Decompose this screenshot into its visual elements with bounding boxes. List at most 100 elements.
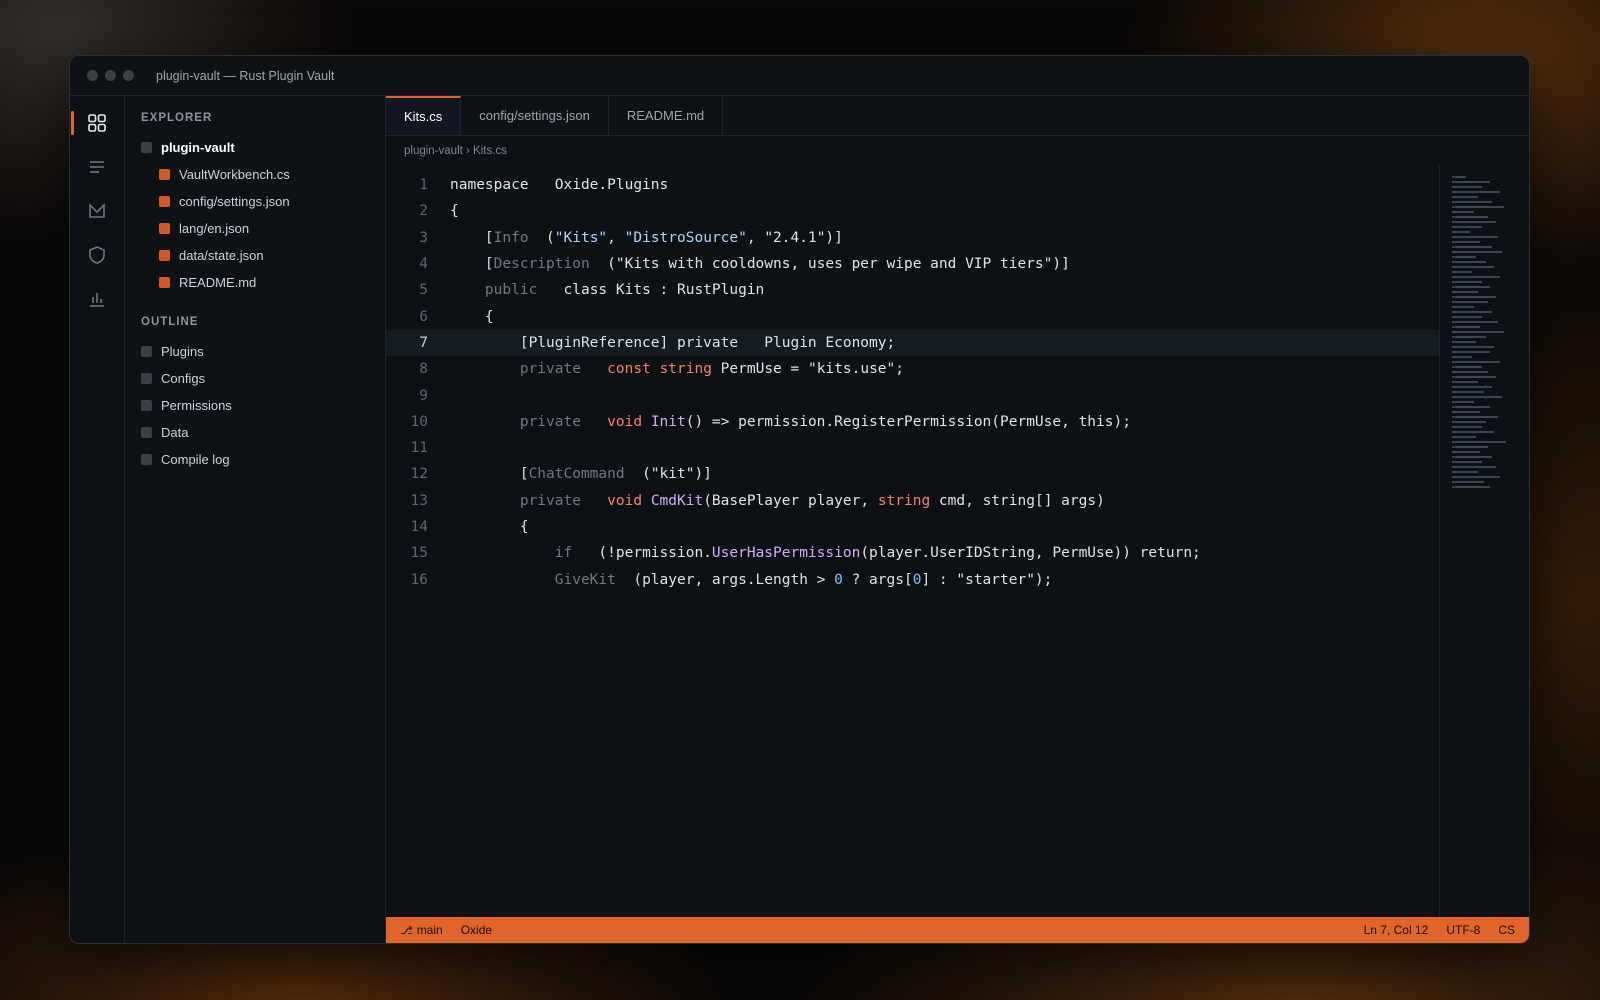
code-line[interactable]: 3 [Info ("Kits", "DistroSource", "2.4.1"… xyxy=(386,225,1439,251)
branch-icon: ⎇ xyxy=(400,925,413,937)
code-line[interactable]: 9 xyxy=(386,382,1439,408)
code-token: GiveKit xyxy=(554,571,616,588)
minimap[interactable] xyxy=(1439,166,1529,917)
minimap-line xyxy=(1452,286,1490,288)
code-editor[interactable]: 1 namespace Oxide.Plugins 2{3 [Info ("Kits… xyxy=(386,166,1439,917)
code-line[interactable]: 7 [PluginReference] private Plugin Econo… xyxy=(386,329,1439,357)
code-line[interactable]: 10 private void Init() => permission.Reg… xyxy=(386,409,1439,435)
file-item[interactable]: README.md xyxy=(141,269,385,296)
tree-root-label: plugin-vault xyxy=(161,140,235,155)
minimap-line xyxy=(1452,346,1494,348)
branch-indicator[interactable]: ⎇ main xyxy=(400,923,443,937)
minimap-line xyxy=(1452,326,1480,328)
code-token: void xyxy=(607,492,643,509)
code-line[interactable]: 4 [Description ("Kits with cooldowns, us… xyxy=(386,251,1439,277)
code-line[interactable]: 1 namespace Oxide.Plugins xyxy=(386,172,1439,198)
runtime-label[interactable]: Oxide xyxy=(461,923,492,937)
minimap-line xyxy=(1452,211,1474,213)
outline-label: Configs xyxy=(161,371,206,386)
code-token: () => permission.RegisterPermission(Perm… xyxy=(685,413,1131,430)
outline-item[interactable]: Data xyxy=(141,419,385,446)
minimap-line xyxy=(1452,451,1480,453)
code-line[interactable]: 6 { xyxy=(386,303,1439,329)
code-line[interactable]: 11 xyxy=(386,435,1439,461)
minimap-line xyxy=(1452,321,1498,323)
code-token: { xyxy=(450,308,494,325)
file-label: VaultWorkbench.cs xyxy=(179,167,290,182)
minimap-line xyxy=(1452,256,1476,258)
line-number: 7 xyxy=(419,334,428,351)
line-number: 1 xyxy=(419,177,428,194)
file-item[interactable]: config/settings.json xyxy=(141,188,385,215)
line-number: 6 xyxy=(419,308,428,325)
outline-item[interactable]: Plugins xyxy=(141,338,385,365)
chart-icon[interactable] xyxy=(84,286,110,312)
maximize-window-button[interactable] xyxy=(123,70,134,81)
outline-item[interactable]: Permissions xyxy=(141,392,385,419)
code-line[interactable]: 15 if (!permission. UserHasPermission (pla… xyxy=(386,540,1439,566)
encoding-label[interactable]: UTF-8 xyxy=(1446,923,1480,937)
code-line[interactable]: 2{ xyxy=(386,198,1439,224)
code-token: ("Kits with cooldowns, uses per wipe and… xyxy=(589,256,1070,273)
minimap-line xyxy=(1452,486,1490,488)
file-item[interactable]: lang/en.json xyxy=(141,215,385,242)
minimap-line xyxy=(1452,266,1494,268)
window-controls xyxy=(87,70,134,81)
code-token: [ xyxy=(450,466,529,483)
file-item[interactable]: VaultWorkbench.cs xyxy=(141,161,385,188)
sidebar: EXPLORER plugin-vault VaultWorkbench.cs … xyxy=(125,96,386,943)
breadcrumb[interactable]: plugin-vault › Kits.cs xyxy=(386,136,1529,166)
file-label: README.md xyxy=(179,275,257,290)
file-label: config/settings.json xyxy=(179,194,290,209)
code-token: private xyxy=(519,492,581,509)
code-line[interactable]: 8 private const string PermUse = "kits.u… xyxy=(386,356,1439,382)
grid-icon[interactable] xyxy=(71,110,110,136)
minimap-line xyxy=(1452,481,1484,483)
tree-root-folder[interactable]: plugin-vault xyxy=(141,134,385,161)
code-line[interactable]: 12 [ChatCommand ("kit")] xyxy=(386,461,1439,487)
cursor-position[interactable]: Ln 7, Col 12 xyxy=(1364,923,1429,937)
shield-icon[interactable] xyxy=(84,242,110,268)
code-line[interactable]: 5 public class Kits : RustPlugin xyxy=(386,277,1439,303)
tab-settings-json[interactable]: config/settings.json xyxy=(461,96,609,135)
outline-item[interactable]: Compile log xyxy=(141,446,385,473)
minimap-line xyxy=(1452,391,1484,393)
code-token: (BasePlayer player, xyxy=(703,492,878,509)
code-line[interactable]: 16 GiveKit (player, args.Length > 0 ? ar… xyxy=(386,566,1439,592)
close-window-button[interactable] xyxy=(87,70,98,81)
language-label[interactable]: CS xyxy=(1498,923,1515,937)
minimap-line xyxy=(1452,421,1486,423)
code-token: const xyxy=(607,361,651,378)
code-token: namespace Oxide.Plugins xyxy=(450,177,669,194)
minimap-line xyxy=(1452,471,1478,473)
minimize-window-button[interactable] xyxy=(105,70,116,81)
outline-label: Data xyxy=(161,425,189,440)
code-token: ? args[ xyxy=(842,571,913,588)
file-icon xyxy=(159,277,170,288)
code-token: [ xyxy=(450,256,494,273)
tab-readme[interactable]: README.md xyxy=(609,96,724,135)
minimap-line xyxy=(1452,206,1504,208)
line-number: 15 xyxy=(410,545,428,562)
minimap-line xyxy=(1452,181,1490,183)
code-line[interactable]: 13 private void CmdKit (BasePlayer player… xyxy=(386,488,1439,514)
file-item[interactable]: data/state.json xyxy=(141,242,385,269)
minimap-line xyxy=(1452,426,1482,428)
code-token: (player.UserIDString, PermUse)) return; xyxy=(860,545,1201,562)
minimap-line xyxy=(1452,381,1478,383)
line-number: 14 xyxy=(410,519,428,535)
mail-icon[interactable] xyxy=(84,198,110,224)
minimap-line xyxy=(1452,386,1492,388)
outline-item[interactable]: Configs xyxy=(141,365,385,392)
code-token: Info xyxy=(493,229,529,246)
line-number: 10 xyxy=(410,413,428,430)
list-icon[interactable] xyxy=(84,154,110,180)
tab-kits-cs[interactable]: Kits.cs xyxy=(386,96,462,135)
code-line[interactable]: 14 { xyxy=(386,514,1439,540)
